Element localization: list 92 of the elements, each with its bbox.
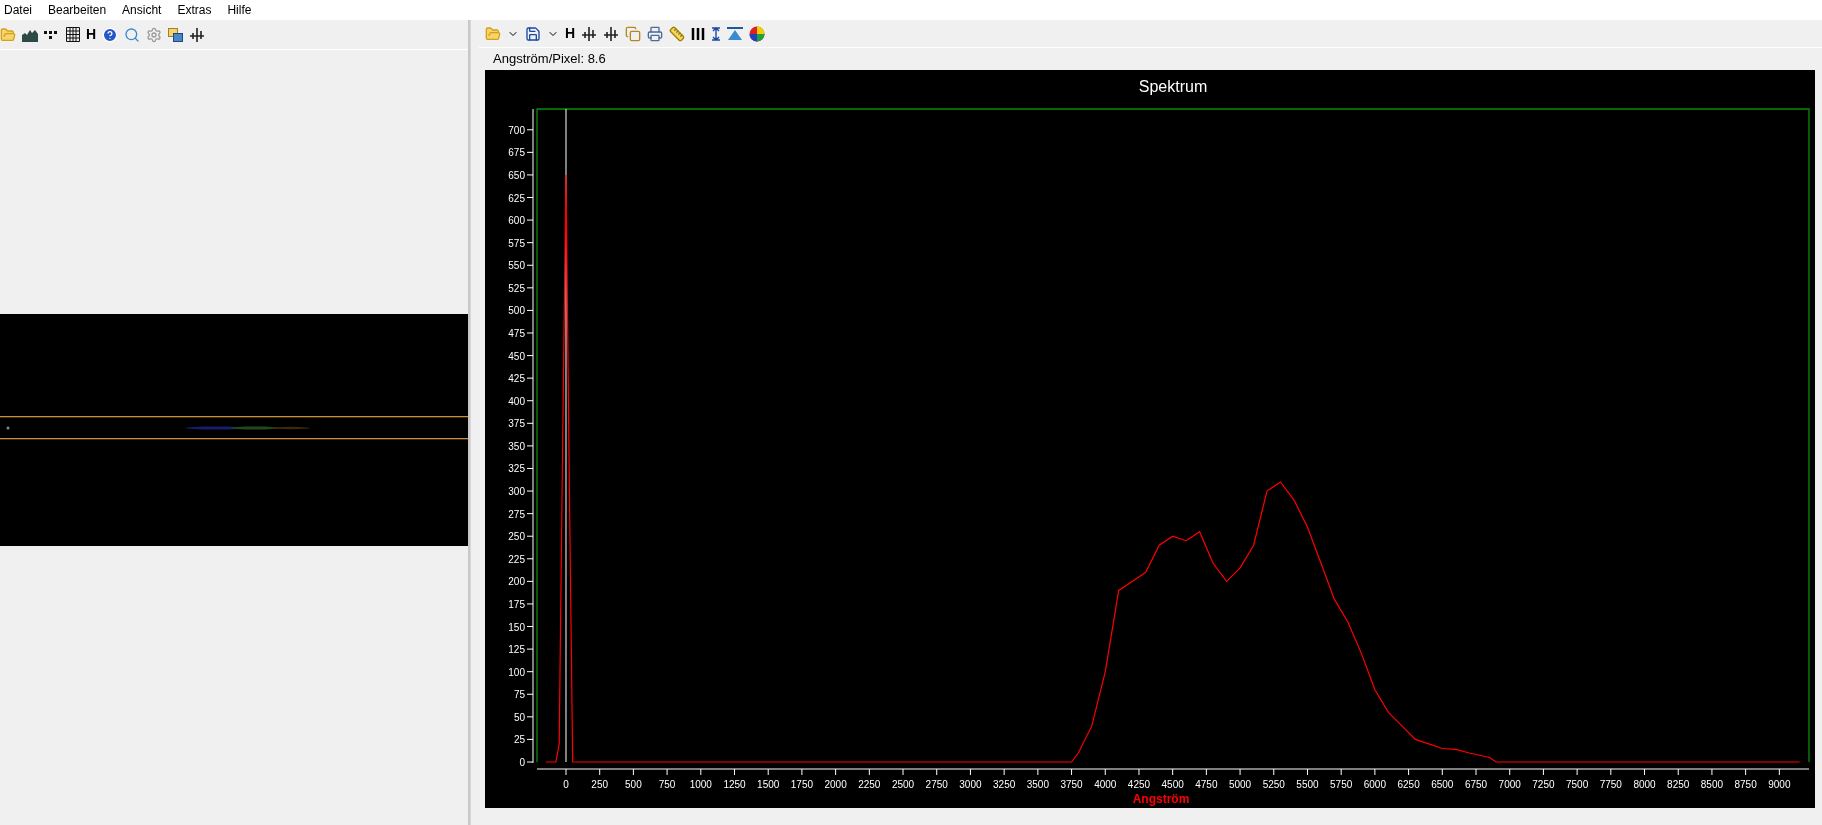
y-tick-label: 450 <box>508 350 525 362</box>
y-tick-label: 275 <box>508 508 525 520</box>
x-tick-label: 7750 <box>1599 779 1622 790</box>
x-tick-label: 4750 <box>1195 779 1218 790</box>
bars-icon[interactable] <box>691 26 706 41</box>
x-tick-label: 1250 <box>723 779 746 790</box>
y-tick-label: 525 <box>508 282 525 294</box>
x-tick-label: 250 <box>591 779 609 790</box>
y-tick-label: 0 <box>519 757 525 768</box>
save-icon[interactable] <box>525 25 541 42</box>
x-tick-label: 500 <box>625 779 642 790</box>
x-tick-label: 5000 <box>1228 779 1252 790</box>
x-tick-label: 6750 <box>1464 779 1488 790</box>
y-tick-label: 50 <box>513 711 525 723</box>
triangle-icon[interactable] <box>727 26 744 41</box>
y-tick-label: 350 <box>508 440 525 452</box>
x-tick-label: 7500 <box>1566 779 1589 790</box>
dots-icon[interactable] <box>44 30 60 39</box>
x-tick-label: 9000 <box>1768 779 1791 790</box>
y-tick-label: 550 <box>508 260 525 272</box>
help-icon[interactable] <box>102 26 119 43</box>
x-tick-label: 2000 <box>824 779 847 790</box>
x-axis-label: Angström <box>1132 792 1190 806</box>
x-tick-label: 3750 <box>1060 779 1083 790</box>
x-tick-label: 6500 <box>1431 779 1454 790</box>
y-tick-label: 625 <box>508 192 525 204</box>
y-tick-label: 375 <box>508 418 525 430</box>
x-tick-label: 5250 <box>1262 779 1285 790</box>
y-tick-label: 475 <box>508 328 525 339</box>
scale-label: Angström/Pixel: 8.6 <box>493 50 606 69</box>
color-wheel-icon[interactable] <box>749 25 766 42</box>
search-icon[interactable] <box>124 26 141 43</box>
y-tick-label: 175 <box>508 598 525 610</box>
copy-icon[interactable] <box>625 25 642 42</box>
x-tick-label: 6000 <box>1363 779 1386 790</box>
y-tick-label: 600 <box>508 215 525 227</box>
y-tick-label: 225 <box>508 553 525 565</box>
printer-icon[interactable] <box>647 25 664 42</box>
y-tick-label: 500 <box>508 305 525 317</box>
y-tick-label: 200 <box>508 576 525 588</box>
ruler-icon[interactable] <box>669 25 686 42</box>
x-tick-label: 5500 <box>1296 779 1319 790</box>
y-tick-label: 150 <box>508 621 525 633</box>
x-tick-label: 4250 <box>1127 779 1151 790</box>
x-tick-label: 1000 <box>689 779 712 790</box>
y-tick-label: 650 <box>508 169 525 181</box>
x-tick-label: 3000 <box>959 779 982 790</box>
x-tick-label: 4500 <box>1161 779 1184 790</box>
x-tick-label: 8750 <box>1734 779 1757 790</box>
menu-item[interactable]: Extras <box>177 1 212 19</box>
h-tool-button[interactable]: H <box>86 24 97 45</box>
menu-item[interactable]: Bearbeiten <box>48 1 107 19</box>
y-tick-label: 325 <box>508 463 525 475</box>
x-tick-label: 2500 <box>891 779 915 790</box>
crosshair-icon[interactable] <box>581 25 598 42</box>
menu-item[interactable]: Ansicht <box>122 1 162 19</box>
x-tick-label: 5750 <box>1330 779 1353 790</box>
chart-title: Spektrum <box>1138 78 1208 95</box>
x-tick-label: 7250 <box>1532 779 1555 790</box>
x-tick-label: 7000 <box>1498 779 1521 790</box>
y-tick-label: 25 <box>513 734 525 746</box>
windows-icon[interactable] <box>168 27 184 42</box>
vertical-arrows-icon[interactable] <box>711 26 722 41</box>
y-tick-label: 250 <box>508 531 525 543</box>
x-tick-label: 750 <box>658 779 676 790</box>
y-tick-label: 675 <box>508 147 525 159</box>
menu-item[interactable]: Hilfe <box>227 1 252 19</box>
y-tick-label: 400 <box>508 395 525 407</box>
y-tick-label: 125 <box>508 644 525 656</box>
x-tick-label: 2250 <box>858 779 881 790</box>
y-tick-label: 425 <box>508 373 525 385</box>
x-tick-label: 6250 <box>1397 779 1420 790</box>
h-tool-button[interactable]: H <box>565 23 576 44</box>
y-tick-label: 75 <box>513 689 525 701</box>
x-tick-label: 1750 <box>790 779 814 790</box>
crosshair-icon[interactable] <box>603 25 620 42</box>
x-tick-label: 8000 <box>1633 779 1656 790</box>
x-tick-label: 3250 <box>993 779 1016 790</box>
y-tick-label: 100 <box>508 666 525 678</box>
y-tick-label: 700 <box>508 124 525 136</box>
grid-icon[interactable] <box>66 27 80 42</box>
x-tick-label: 4000 <box>1094 779 1117 790</box>
x-tick-label: 3500 <box>1026 779 1049 790</box>
y-tick-label: 300 <box>508 486 525 498</box>
x-tick-label: 2750 <box>925 779 948 790</box>
x-tick-label: 1500 <box>757 779 780 790</box>
crosshair-icon[interactable] <box>189 26 206 43</box>
y-tick-label: 575 <box>508 237 525 249</box>
menu-item[interactable]: Datei <box>4 1 32 19</box>
x-tick-label: 0 <box>563 779 569 790</box>
x-tick-label: 8250 <box>1667 779 1690 790</box>
x-tick-label: 8500 <box>1700 779 1724 790</box>
